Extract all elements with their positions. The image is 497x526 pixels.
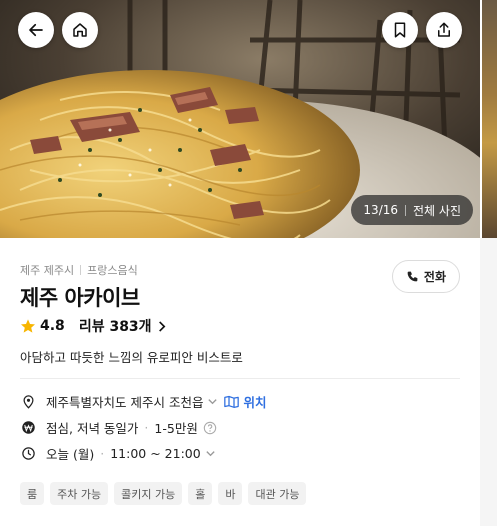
phone-icon xyxy=(407,271,418,282)
dot-separator: · xyxy=(144,420,149,435)
location-pin-icon xyxy=(20,393,37,410)
dot-separator: · xyxy=(100,446,105,461)
counter-divider xyxy=(405,204,407,216)
place-title: 제주 아카이브 xyxy=(20,286,140,310)
call-label: 전화 xyxy=(423,270,446,284)
address-row: 제주특별자치도 제주시 조천읍 위치 xyxy=(20,392,266,411)
location-map-link[interactable]: 위치 xyxy=(224,392,266,411)
clock-icon xyxy=(20,445,37,462)
back-icon xyxy=(29,23,43,37)
bookmark-button[interactable] xyxy=(382,12,418,48)
call-button[interactable]: 전화 xyxy=(391,260,460,293)
photo-gallery[interactable]: 13/16 전체 사진 xyxy=(0,0,497,238)
tag-hall: 홀 xyxy=(188,482,213,505)
breadcrumb: 제주 제주시 프랑스음식 xyxy=(20,262,138,278)
bookmark-icon xyxy=(394,22,406,38)
chevron-right-icon xyxy=(158,320,165,332)
all-photos-label: 전체 사진 xyxy=(413,203,461,218)
home-button[interactable] xyxy=(62,12,98,48)
photo-counter-button[interactable]: 13/16 전체 사진 xyxy=(351,195,473,225)
place-info: 제주 제주시 프랑스음식 제주 아카이브 전화 4.8 리뷰 383개 아담하고… xyxy=(0,238,480,526)
star-icon xyxy=(21,319,35,333)
tag-parking: 주차 가능 xyxy=(50,482,109,505)
reviews-label: 리뷰 383개 xyxy=(78,319,152,335)
price-range-text: 1-5만원 xyxy=(154,421,198,436)
meal-times-text: 점심, 저녁 동일가 xyxy=(46,421,139,436)
price-row: 점심, 저녁 동일가 · 1-5만원 xyxy=(20,418,217,437)
address-text: 제주특별자치도 제주시 조천읍 xyxy=(46,395,204,410)
amenity-tags: 룸 주차 가능 콜키지 가능 홀 바 대관 가능 xyxy=(20,482,307,505)
hours-time: 11:00 ~ 21:00 xyxy=(110,446,201,461)
tag-room: 룸 xyxy=(20,482,45,505)
home-icon xyxy=(73,23,87,37)
reviews-link[interactable]: 리뷰 383개 xyxy=(79,316,166,336)
photo-index: 13/16 xyxy=(363,203,399,217)
map-icon xyxy=(224,395,240,408)
won-icon xyxy=(20,419,37,436)
rating-row: 4.8 리뷰 383개 xyxy=(20,316,166,336)
share-button[interactable] xyxy=(426,12,462,48)
hours-day: 오늘 (월) xyxy=(46,447,95,462)
hours-row[interactable]: 오늘 (월) · 11:00 ~ 21:00 xyxy=(20,444,216,463)
section-divider xyxy=(20,378,460,379)
location-label: 위치 xyxy=(243,395,267,410)
chevron-down-icon[interactable] xyxy=(207,396,218,407)
region-label: 제주 제주시 xyxy=(20,264,75,277)
tag-bar: 바 xyxy=(218,482,243,505)
share-icon xyxy=(438,22,450,37)
help-icon[interactable] xyxy=(203,421,217,435)
next-photo-preview[interactable] xyxy=(482,0,497,238)
place-description: 아담하고 따듯한 느낌의 유로피안 비스트로 xyxy=(20,350,243,365)
tag-rental: 대관 가능 xyxy=(248,482,307,505)
tag-corkage: 콜키지 가능 xyxy=(114,482,183,505)
rating-score: 4.8 xyxy=(40,318,65,334)
side-panel-edge xyxy=(480,238,497,526)
back-button[interactable] xyxy=(18,12,54,48)
breadcrumb-divider xyxy=(80,265,82,275)
category-label: 프랑스음식 xyxy=(87,264,138,277)
chevron-down-icon[interactable] xyxy=(205,448,216,459)
